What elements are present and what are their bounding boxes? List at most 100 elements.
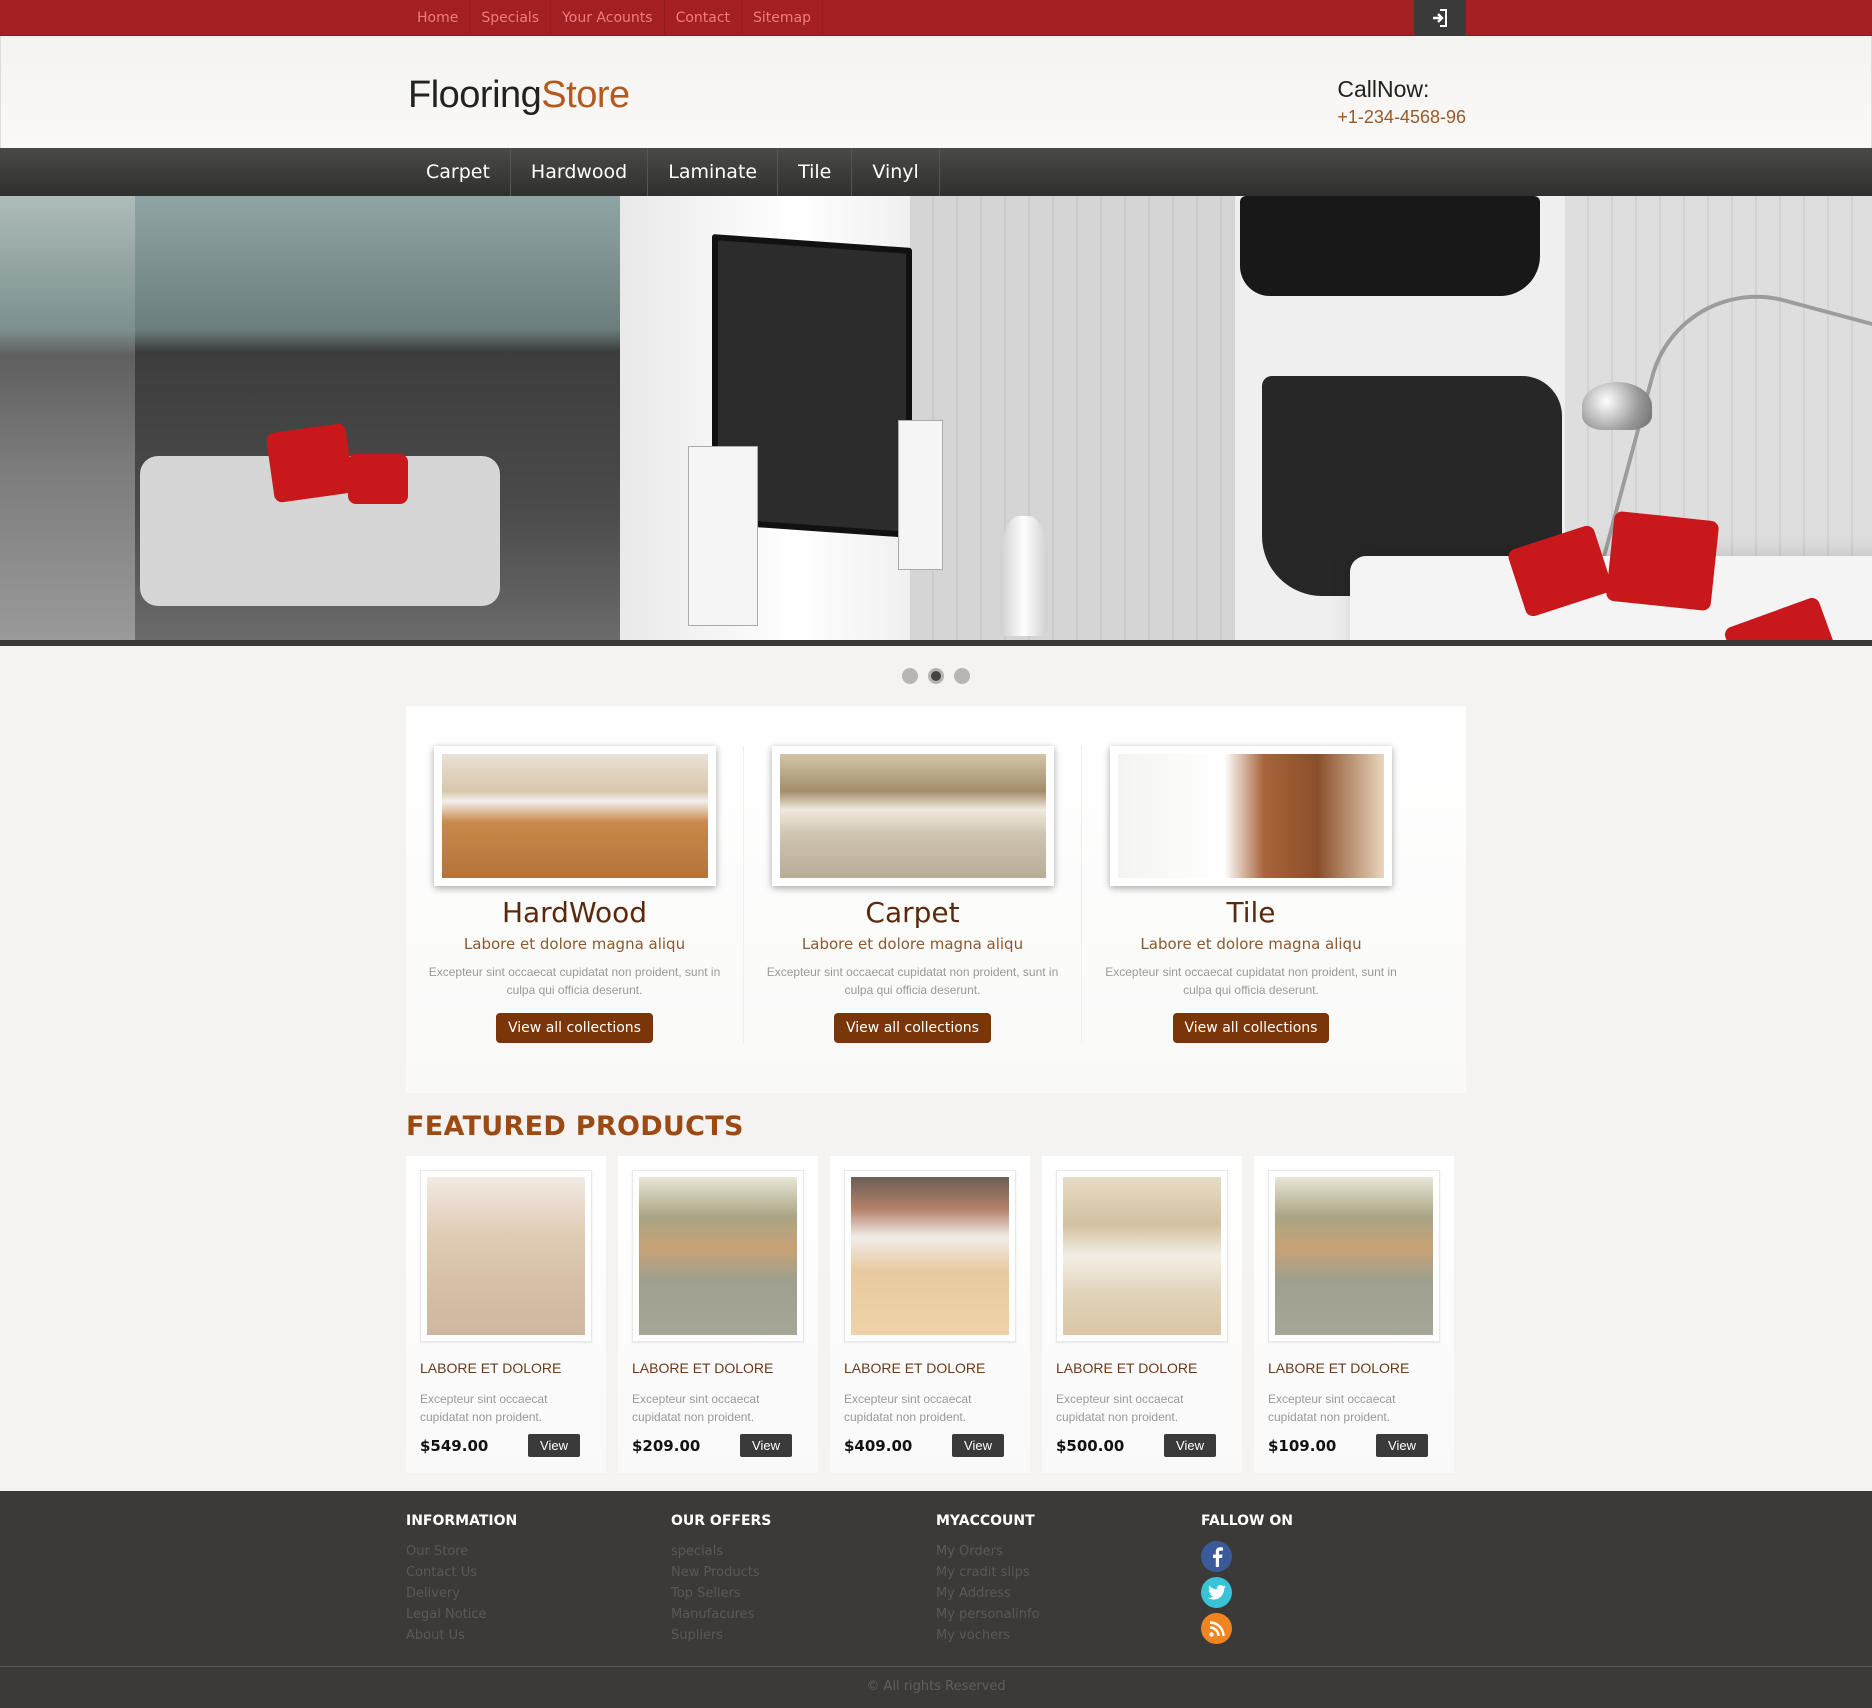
slider-dot-2[interactable]: [928, 668, 944, 684]
hero-speaker: [688, 446, 758, 626]
product-price: $549.00: [420, 1436, 489, 1455]
nav-hardwood[interactable]: Hardwood: [511, 148, 649, 196]
collection-title: Carpet: [865, 896, 960, 929]
product-image-frame[interactable]: [420, 1170, 592, 1342]
topnav-your-accounts[interactable]: Your Acounts: [551, 0, 665, 36]
footer-link-suppliers[interactable]: Supliers: [671, 1625, 936, 1646]
collection-subtitle: Labore et dolore magna aliqu: [801, 935, 1024, 953]
collection-image-frame[interactable]: [1110, 746, 1392, 886]
hardwood-image: [441, 754, 708, 878]
product-description: Excepteur sint occaecat cupidatat non pr…: [844, 1392, 972, 1424]
hero-pillow: [348, 454, 408, 504]
footer-link-my-personal-info[interactable]: My personalinfo: [936, 1604, 1201, 1625]
product-image: [639, 1177, 797, 1335]
view-product-button[interactable]: View: [1376, 1434, 1428, 1457]
call-number[interactable]: +1-234-4568-96: [1337, 107, 1466, 128]
product-description: Excepteur sint occaecat cupidatat non pr…: [1268, 1392, 1396, 1424]
hero-stairs: [0, 196, 135, 640]
slider-dot-1[interactable]: [902, 668, 918, 684]
product-price: $109.00: [1268, 1436, 1337, 1455]
footer-link-new-products[interactable]: New Products: [671, 1562, 936, 1583]
view-all-collections-button[interactable]: View all collections: [834, 1013, 991, 1043]
product-price: $409.00: [844, 1436, 913, 1455]
collection-subtitle: Labore et dolore magna aliqu: [1140, 935, 1362, 953]
collection-image-frame[interactable]: [433, 746, 716, 886]
site-footer: INFORMATION Our Store Contact Us Deliver…: [0, 1491, 1872, 1708]
hero-slider-image[interactable]: [0, 196, 1872, 646]
view-all-collections-button[interactable]: View all collections: [496, 1013, 653, 1043]
nav-vinyl[interactable]: Vinyl: [852, 148, 940, 196]
logo-text-store: Store: [541, 74, 630, 116]
footer-heading: INFORMATION: [406, 1513, 518, 1529]
nav-tile[interactable]: Tile: [778, 148, 853, 196]
collection-description: Excepteur sint occaecat cupidatat non pr…: [428, 965, 721, 997]
hero-wood-wall: [910, 196, 1235, 640]
product-image-frame[interactable]: [1268, 1170, 1440, 1342]
nav-carpet[interactable]: Carpet: [406, 148, 511, 196]
view-product-button[interactable]: View: [1164, 1434, 1216, 1457]
top-bar: Home Specials Your Acounts Contact Sitem…: [0, 0, 1872, 36]
hero-artwork: [1240, 196, 1540, 296]
call-now: CallNow: +1-234-4568-96: [1337, 76, 1466, 128]
sign-in-icon: [1433, 9, 1447, 27]
tile-image: [1118, 754, 1384, 878]
topnav-contact[interactable]: Contact: [665, 0, 743, 36]
hero-vase: [1000, 516, 1048, 636]
footer-link-my-address[interactable]: My Address: [936, 1583, 1201, 1604]
footer-link-my-vouchers[interactable]: My vochers: [936, 1625, 1201, 1646]
product-image: [1063, 1177, 1221, 1335]
main-nav: Carpet Hardwood Laminate Tile Vinyl: [0, 148, 1872, 196]
product-description: Excepteur sint occaecat cupidatat non pr…: [1056, 1392, 1184, 1424]
product-image: [427, 1177, 585, 1335]
slider-dot-3[interactable]: [954, 668, 970, 684]
footer-link-my-credit-slips[interactable]: My cradit slips: [936, 1562, 1201, 1583]
collection-title: Tile: [1226, 896, 1276, 929]
footer-link-top-sellers[interactable]: Top Sellers: [671, 1583, 936, 1604]
footer-link-my-orders[interactable]: My Orders: [936, 1541, 1201, 1562]
twitter-icon[interactable]: [1201, 1577, 1232, 1608]
slider-pagination: [0, 646, 1872, 706]
product-name[interactable]: LABORE ET DOLORE: [844, 1360, 1016, 1376]
product-image: [851, 1177, 1009, 1335]
logo[interactable]: FlooringStore: [408, 74, 630, 117]
nav-laminate[interactable]: Laminate: [648, 148, 779, 196]
footer-heading: OUR OFFERS: [671, 1513, 772, 1529]
top-nav: Home Specials Your Acounts Contact Sitem…: [406, 0, 824, 36]
footer-follow: FALLOW ON: [1201, 1513, 1466, 1656]
footer-link-legal-notice[interactable]: Legal Notice: [406, 1604, 671, 1625]
site-header: FlooringStore CallNow: +1-234-4568-96: [0, 36, 1872, 148]
footer-link-our-store[interactable]: Our Store: [406, 1541, 671, 1562]
footer-link-manufacturers[interactable]: Manufacures: [671, 1604, 936, 1625]
product-image-frame[interactable]: [844, 1170, 1016, 1342]
product-name[interactable]: LABORE ET DOLORE: [1056, 1360, 1228, 1376]
product-name[interactable]: LABORE ET DOLORE: [420, 1360, 592, 1376]
login-button[interactable]: [1414, 0, 1466, 36]
footer-link-contact-us[interactable]: Contact Us: [406, 1562, 671, 1583]
view-product-button[interactable]: View: [952, 1434, 1004, 1457]
footer-link-about-us[interactable]: About Us: [406, 1625, 671, 1646]
footer-link-specials[interactable]: specials: [671, 1541, 936, 1562]
view-product-button[interactable]: View: [528, 1434, 580, 1457]
topnav-home[interactable]: Home: [406, 0, 471, 36]
product-name[interactable]: LABORE ET DOLORE: [632, 1360, 804, 1376]
view-all-collections-button[interactable]: View all collections: [1172, 1013, 1330, 1043]
collection-image-frame[interactable]: [771, 746, 1054, 886]
footer-account: MYACCOUNT My Orders My cradit slips My A…: [936, 1513, 1201, 1656]
collection-subtitle: Labore et dolore magna aliqu: [463, 935, 686, 953]
copyright: © All rights Reserved: [0, 1666, 1872, 1708]
topnav-specials[interactable]: Specials: [470, 0, 552, 36]
product-card: LABORE ET DOLORE Excepteur sint occaecat…: [618, 1156, 818, 1473]
topnav-sitemap[interactable]: Sitemap: [742, 0, 824, 36]
view-product-button[interactable]: View: [740, 1434, 792, 1457]
rss-icon[interactable]: [1201, 1613, 1232, 1644]
product-image-frame[interactable]: [632, 1170, 804, 1342]
collection-description: Excepteur sint occaecat cupidatat non pr…: [766, 965, 1059, 997]
rss-glyph: [1208, 1620, 1225, 1637]
product-image-frame[interactable]: [1056, 1170, 1228, 1342]
product-name[interactable]: LABORE ET DOLORE: [1268, 1360, 1440, 1376]
footer-information: INFORMATION Our Store Contact Us Deliver…: [406, 1513, 671, 1656]
collections-section: HardWood Labore et dolore magna aliqu Ex…: [406, 706, 1466, 1093]
facebook-icon[interactable]: [1201, 1541, 1232, 1572]
footer-heading: MYACCOUNT: [936, 1513, 1035, 1529]
footer-link-delivery[interactable]: Delivery: [406, 1583, 671, 1604]
